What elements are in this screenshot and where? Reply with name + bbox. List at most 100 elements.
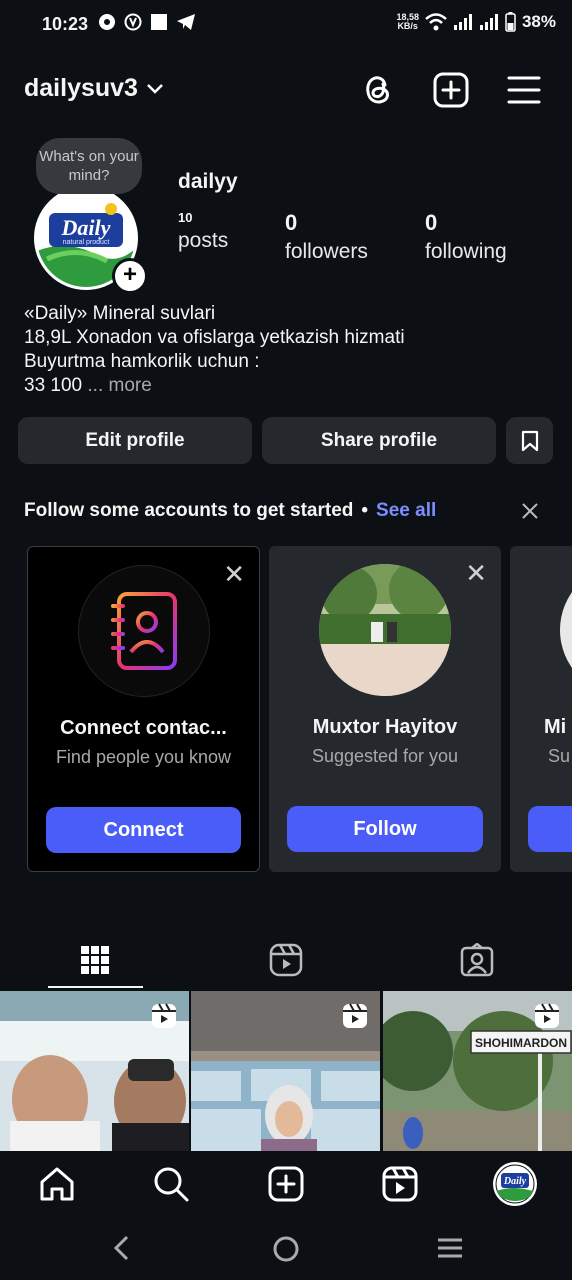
bio: «Daily» Mineral suvlari 18,9L Xonadon va… <box>24 302 554 398</box>
suggestions-header: Follow some accounts to get started • Se… <box>24 500 436 522</box>
connect-button[interactable]: Connect <box>46 807 241 853</box>
bottom-navigation: Daily <box>0 1152 572 1218</box>
post-thumbnail[interactable]: SHOHIMARDON <box>383 991 572 1151</box>
bio-line: «Daily» Mineral suvlari <box>24 303 216 324</box>
suggestion-card-partial[interactable]: Mi Su <box>510 546 572 872</box>
reel-badge-icon <box>152 1003 176 1028</box>
note-bubble[interactable]: What's on your mind? <box>36 138 142 194</box>
grid-icon <box>81 946 109 974</box>
threads-icon <box>366 76 389 104</box>
suggestion-card-contacts[interactable]: ✕ Connect contac... Find people you know… <box>27 546 260 872</box>
suggestion-subtitle: Su <box>548 746 571 766</box>
menu-button[interactable] <box>504 70 544 110</box>
reel-badge-icon <box>535 1003 559 1028</box>
status-bar: 10:23 18,58 KB/s 38% <box>0 0 572 48</box>
followers-count: 0 <box>285 210 298 235</box>
nav-search[interactable] <box>151 1164 191 1204</box>
dot-separator: • <box>361 500 369 521</box>
chat-notification-icon <box>99 14 115 30</box>
bio-more-link[interactable]: ... more <box>87 375 151 396</box>
notification-icons <box>98 13 196 31</box>
close-icon[interactable]: ✕ <box>465 558 487 589</box>
create-plus-icon <box>268 1166 304 1202</box>
menu-icon <box>507 76 541 104</box>
nav-home[interactable] <box>37 1164 77 1204</box>
suggestion-card-user[interactable]: ✕ Muxtor Hayitov Suggested for you Follo… <box>269 546 501 872</box>
display-name: dailyy <box>178 170 238 193</box>
close-icon[interactable]: ✕ <box>223 559 245 590</box>
svg-text:Daily: Daily <box>503 1176 527 1187</box>
add-story-icon[interactable]: + <box>112 258 148 294</box>
battery-percent: 38% <box>521 12 556 31</box>
net-speed: 18,58 KB/s <box>396 12 419 31</box>
chevron-down-icon <box>147 83 163 94</box>
edit-profile-button[interactable]: Edit profile <box>18 417 252 464</box>
username: dailysuv3 <box>24 74 138 102</box>
active-tab-indicator <box>48 986 143 988</box>
telegram-icon <box>177 14 195 30</box>
share-profile-button[interactable]: Share profile <box>262 417 496 464</box>
suggestion-name: Muxtor Hayitov <box>312 716 458 738</box>
bookmark-icon <box>521 430 538 451</box>
create-plus-icon <box>433 72 469 108</box>
wifi-icon <box>425 13 447 31</box>
system-navigation <box>0 1218 572 1280</box>
recents-icon[interactable] <box>436 1236 464 1260</box>
svg-text:SHOHIMARDON: SHOHIMARDON <box>475 1036 567 1050</box>
following-count: 0 <box>425 210 438 235</box>
suggestion-subtitle: Find people you know <box>55 747 232 767</box>
suggestion-name: Connect contac... <box>60 717 227 739</box>
post-thumbnail[interactable] <box>0 991 189 1151</box>
follow-button[interactable]: Follow <box>287 806 483 852</box>
status-time: 10:23 <box>42 14 89 34</box>
bio-line: Buyurtma hamkorlik uchun : <box>24 351 260 372</box>
tab-reels[interactable] <box>191 932 381 988</box>
suggested-user-avatar <box>319 564 451 696</box>
posts-count: 10 <box>178 210 193 225</box>
battery-icon <box>505 12 516 32</box>
search-icon <box>154 1167 189 1202</box>
threads-button[interactable] <box>358 70 398 110</box>
followers-stat[interactable]: 0 followers <box>285 210 368 264</box>
posts-stat[interactable]: 10 posts <box>178 210 228 253</box>
create-button[interactable] <box>431 70 471 110</box>
bio-line: 33 100 <box>24 375 83 396</box>
reels-icon <box>382 1166 418 1202</box>
suggestions-title: Follow some accounts to get started <box>24 500 354 521</box>
nav-profile[interactable]: Daily <box>492 1161 538 1207</box>
profile-avatar[interactable]: Daily natural product + <box>34 186 148 294</box>
contacts-book-icon <box>77 565 210 697</box>
tab-posts-grid[interactable] <box>0 932 190 988</box>
suggested-user-avatar <box>560 564 572 696</box>
signal-1-icon <box>453 14 472 30</box>
system-indicators: 18,58 KB/s 38% <box>396 12 556 32</box>
signal-2-icon <box>479 14 498 30</box>
account-switcher[interactable]: dailysuv3 <box>24 74 164 103</box>
nav-create[interactable] <box>266 1164 306 1204</box>
close-icon <box>522 503 538 519</box>
reel-badge-icon <box>343 1003 367 1028</box>
app-notification-icon <box>151 14 167 30</box>
followers-label: followers <box>285 240 368 263</box>
nav-reels[interactable] <box>380 1164 420 1204</box>
reels-icon <box>269 943 303 977</box>
home-circle-icon[interactable] <box>272 1235 300 1263</box>
home-icon <box>40 1167 74 1201</box>
tab-tagged[interactable] <box>382 932 572 988</box>
suggestion-subtitle: Suggested for you <box>311 746 459 766</box>
posts-label: posts <box>178 229 229 252</box>
vpn-icon <box>124 13 142 31</box>
bio-line: 18,9L Xonadon va ofislarga yetkazish hiz… <box>24 327 405 348</box>
profile-avatar-icon: Daily <box>493 1162 537 1206</box>
dismiss-suggestions-button[interactable] <box>519 500 541 527</box>
svg-text:natural product: natural product <box>63 239 110 246</box>
follow-button[interactable] <box>528 806 572 852</box>
see-all-link[interactable]: See all <box>376 500 436 522</box>
following-stat[interactable]: 0 following <box>425 210 507 264</box>
suggestion-name: Mi <box>544 716 567 738</box>
svg-text:Daily: Daily <box>61 215 111 240</box>
following-label: following <box>425 240 507 263</box>
back-icon[interactable] <box>110 1234 134 1262</box>
post-thumbnail[interactable] <box>191 991 380 1151</box>
saved-button[interactable] <box>506 417 553 464</box>
